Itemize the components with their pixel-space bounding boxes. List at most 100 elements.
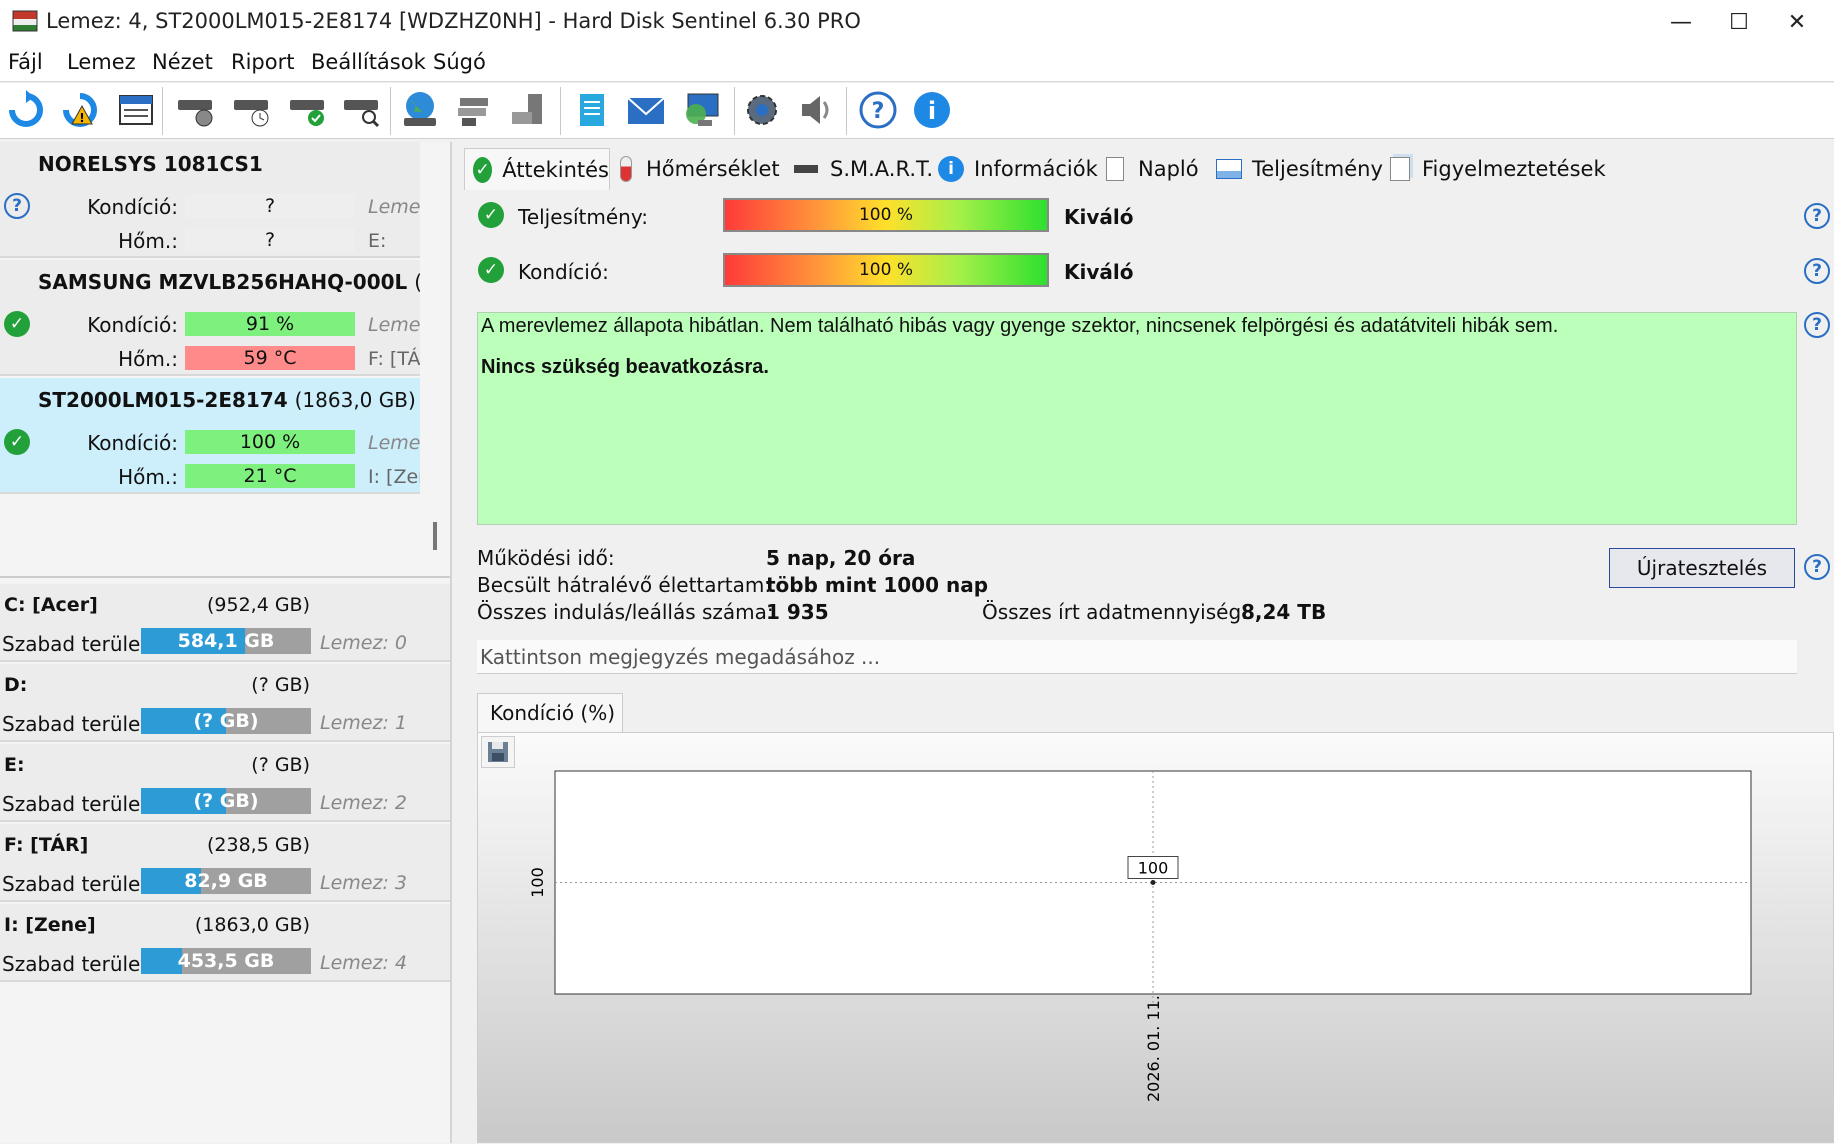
menu-settings[interactable]: Beállítások	[311, 50, 426, 74]
help-icon: ?	[859, 91, 897, 129]
disk-list-scrollbar[interactable]	[433, 522, 437, 550]
email-button[interactable]	[624, 88, 668, 132]
toolbar-separator	[846, 87, 847, 135]
sound-button[interactable]	[794, 88, 838, 132]
tab-label: Információk	[974, 157, 1098, 181]
volume-disk-label: Lemez: 1	[320, 712, 407, 734]
volume-item[interactable]: C: [Acer] (952,4 GB) Szabad terület 584,…	[0, 584, 450, 662]
volume-size: (238,5 GB)	[206, 834, 310, 856]
menu-disk[interactable]: Lemez	[67, 50, 136, 74]
menu-report[interactable]: Riport	[231, 50, 294, 74]
menu-help[interactable]: Súgó	[433, 50, 486, 74]
help-icon[interactable]: ?	[1804, 203, 1830, 229]
disk-ok-button[interactable]	[286, 88, 330, 132]
volume-size: (? GB)	[251, 754, 310, 776]
free-space-label: Szabad terület	[2, 872, 149, 896]
tab-label: Figyelmeztetések	[1422, 157, 1606, 181]
free-space-bar: (? GB)	[141, 788, 311, 814]
condition-label: Kondíció:	[518, 260, 609, 284]
schedule-button[interactable]	[230, 88, 274, 132]
help-button[interactable]: ?	[856, 88, 900, 132]
temperature-bar: 21 °C	[185, 464, 355, 488]
tab-information[interactable]: i Információk	[938, 148, 1098, 190]
y-tick-label: 100	[528, 867, 547, 898]
free-space-bar: 453,5 GB	[141, 948, 311, 974]
volume-item[interactable]: F: [TÁR] (238,5 GB) Szabad terület 82,9 …	[0, 824, 450, 902]
free-space-label: Szabad terület	[2, 792, 149, 816]
tab-alerts[interactable]: Figyelmeztetések	[1390, 148, 1606, 190]
uptime-value: 5 nap, 20 óra	[766, 546, 916, 570]
data-label: 100	[1138, 859, 1169, 878]
disk-side-label: Lemez	[368, 314, 420, 336]
speaker-icon	[802, 96, 829, 124]
help-icon[interactable]: ?	[1804, 554, 1830, 580]
info-icon: i	[938, 156, 964, 182]
volume-name: F: [TÁR]	[4, 834, 89, 856]
temperature-label: Hőm.:	[118, 229, 178, 253]
svg-text:!: !	[79, 111, 84, 125]
network-disks-icon	[458, 98, 488, 126]
retest-button[interactable]: Újratesztelés	[1609, 548, 1795, 588]
right-panel: ✓ Áttekintés Hőmérséklet S.M.A.R.T. i In…	[460, 142, 1834, 1143]
notepad-button[interactable]	[570, 88, 614, 132]
close-icon: ✕	[1787, 9, 1807, 35]
toolbar-separator	[390, 87, 391, 135]
email-icon	[627, 97, 665, 124]
tab-log[interactable]: Napló	[1106, 148, 1199, 190]
free-space-value: 453,5 GB	[177, 950, 275, 972]
disk-item[interactable]: NORELSYS 1081CS1 ? Kondíció: ? Lemez Hőm…	[0, 142, 420, 258]
free-space-label: Szabad terület	[2, 952, 149, 976]
disk-item[interactable]: SAMSUNG MZVLB256HAHQ-000L (238,5 ✓ Kondí…	[0, 260, 420, 376]
network-monitor-button[interactable]	[680, 88, 724, 132]
info-button[interactable]: i	[910, 88, 954, 132]
performance-bar: 100 %	[723, 198, 1049, 232]
volume-item[interactable]: D: (? GB) Szabad terület (? GB) Lemez: 1	[0, 664, 450, 742]
disk-search-button[interactable]	[340, 88, 384, 132]
tab-label: Hőmérséklet	[646, 157, 780, 181]
server-disks-button[interactable]	[506, 88, 550, 132]
menu-view[interactable]: Nézet	[152, 50, 213, 74]
surface-test-button[interactable]	[174, 88, 218, 132]
comment-input[interactable]: Kattintson megjegyzés megadásához ...	[477, 640, 1797, 674]
disk-info-icon	[119, 95, 153, 125]
refresh-icon	[9, 90, 43, 127]
notepad-icon	[580, 94, 604, 126]
tab-overview[interactable]: ✓ Áttekintés	[464, 148, 610, 190]
disk-side-label: Lemez	[368, 432, 420, 454]
volume-item[interactable]: I: [Zene] (1863,0 GB) Szabad terület 453…	[0, 904, 450, 982]
network-globe-button[interactable]	[398, 88, 442, 132]
title-bar: Lemez: 4, ST2000LM015-2E8174 [WDZHZ0NH] …	[0, 0, 1834, 44]
toolbar-separator	[162, 87, 163, 135]
help-icon[interactable]: ?	[1804, 258, 1830, 284]
toolbar: ! ? i	[0, 83, 1834, 139]
refresh-alert-button[interactable]: !	[58, 88, 102, 132]
condition-label: Kondíció:	[87, 195, 178, 219]
disk-list-divider	[0, 576, 450, 578]
menu-bar: Fájl Lemez Nézet Riport Beállítások Súgó	[0, 44, 1834, 82]
app-logo-icon	[12, 10, 38, 32]
disk-info-button[interactable]	[114, 88, 158, 132]
tab-performance[interactable]: Teljesítmény	[1216, 148, 1383, 190]
data-point	[1150, 880, 1156, 885]
close-button[interactable]: ✕	[1762, 0, 1832, 44]
network-disks-button[interactable]	[452, 88, 496, 132]
menu-file[interactable]: Fájl	[8, 50, 43, 74]
volume-disk-label: Lemez: 4	[320, 952, 407, 974]
help-icon[interactable]: ?	[1804, 312, 1830, 338]
free-space-value: 584,1 GB	[177, 630, 275, 652]
written-label: Összes írt adatmennyiség:	[982, 600, 1248, 624]
free-space-bar: (? GB)	[141, 708, 311, 734]
volume-name: D:	[4, 674, 28, 696]
disk-search-icon	[344, 100, 380, 128]
tab-condition-chart[interactable]: Kondíció (%)	[477, 693, 623, 733]
volume-size: (1863,0 GB)	[194, 914, 310, 936]
refresh-button[interactable]	[4, 88, 48, 132]
disk-item[interactable]: ST2000LM015-2E8174 (1863,0 GB) ✓ Kondíci…	[0, 378, 420, 494]
temperature-bar: 59 °C	[185, 346, 355, 370]
tab-smart[interactable]: S.M.A.R.T.	[794, 148, 933, 190]
settings-button[interactable]	[740, 88, 784, 132]
tab-temperature[interactable]: Hőmérséklet	[620, 148, 780, 190]
volume-item[interactable]: E: (? GB) Szabad terület (? GB) Lemez: 2	[0, 744, 450, 822]
tab-label: Napló	[1138, 157, 1199, 181]
free-space-value: 82,9 GB	[184, 870, 268, 892]
